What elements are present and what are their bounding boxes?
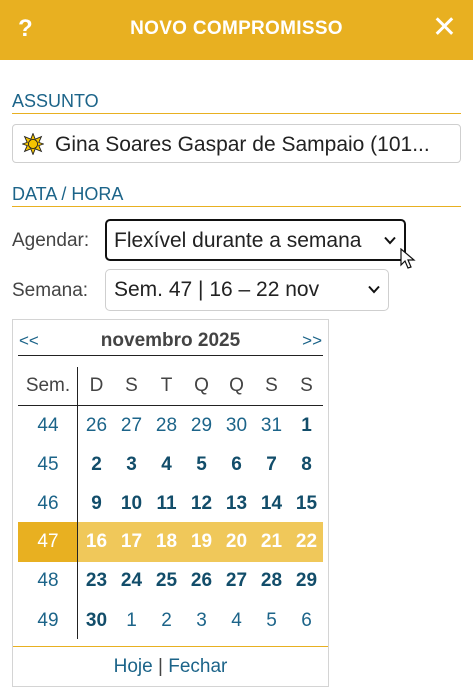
close-calendar-link[interactable]: Fechar xyxy=(168,656,227,677)
week-number[interactable]: 45 xyxy=(19,453,77,477)
week-label: Semana: xyxy=(12,280,89,301)
day-cell-selected[interactable]: 18 xyxy=(149,530,184,554)
day-cell[interactable]: 28 xyxy=(149,414,184,438)
calendar-month-title: novembro 2025 xyxy=(100,330,241,351)
day-cell[interactable]: 27 xyxy=(219,569,254,593)
calendar-divider xyxy=(18,355,323,356)
subject-section-title: ASSUNTO xyxy=(12,90,461,114)
day-cell[interactable]: 2 xyxy=(79,453,114,477)
day-header: T xyxy=(160,375,173,396)
week-number-selected[interactable]: 47 xyxy=(19,530,77,554)
day-cell[interactable]: 29 xyxy=(184,414,219,438)
day-cell[interactable]: 23 xyxy=(79,569,114,593)
day-header: S xyxy=(300,375,313,396)
day-cell[interactable]: 4 xyxy=(149,453,184,477)
close-button[interactable]: ✕ xyxy=(432,12,457,44)
day-cell-selected[interactable]: 21 xyxy=(254,530,289,554)
day-cell[interactable]: 1 xyxy=(114,609,149,633)
datetime-section-title: DATA / HORA xyxy=(12,183,461,207)
week-select-value: Sem. 47 | 16 – 22 nov xyxy=(114,278,320,301)
mouse-pointer-icon xyxy=(400,248,416,269)
day-cell-selected[interactable]: 22 xyxy=(289,530,324,554)
day-cell[interactable]: 24 xyxy=(114,569,149,593)
dialog-title: NOVO COMPROMISSO xyxy=(130,18,343,39)
chevron-down-icon xyxy=(368,285,380,294)
day-cell[interactable]: 25 xyxy=(149,569,184,593)
calendar-footer: Hoje | Fechar xyxy=(13,655,328,679)
day-cell[interactable]: 11 xyxy=(149,492,184,516)
footer-separator: | xyxy=(158,656,163,677)
day-header: Q xyxy=(229,375,244,396)
calendar-footer-divider xyxy=(13,646,328,647)
day-cell[interactable]: 26 xyxy=(184,569,219,593)
calendar-popup: << novembro 2025 >> Sem. D S T Q Q S S 4… xyxy=(12,319,329,687)
week-number[interactable]: 48 xyxy=(19,569,77,593)
day-header: S xyxy=(265,375,278,396)
schedule-select-value: Flexível durante a semana xyxy=(114,229,362,252)
day-cell[interactable]: 12 xyxy=(184,492,219,516)
week-select[interactable]: Sem. 47 | 16 – 22 nov xyxy=(105,269,389,311)
schedule-label: Agendar: xyxy=(12,230,90,251)
day-cell[interactable]: 10 xyxy=(114,492,149,516)
day-cell[interactable]: 1 xyxy=(289,414,324,438)
schedule-select[interactable]: Flexível durante a semana xyxy=(105,219,406,261)
day-cell[interactable]: 13 xyxy=(219,492,254,516)
subject-field[interactable]: Gina Soares Gaspar de Sampaio (101... xyxy=(12,124,461,163)
day-cell[interactable]: 7 xyxy=(254,453,289,477)
day-cell[interactable]: 6 xyxy=(219,453,254,477)
week-column-divider xyxy=(77,367,78,639)
day-header: Q xyxy=(194,375,209,396)
next-month-button[interactable]: >> xyxy=(302,330,322,352)
day-header: D xyxy=(89,375,104,396)
today-link[interactable]: Hoje xyxy=(114,656,153,677)
sun-icon xyxy=(22,133,44,155)
day-cell[interactable]: 9 xyxy=(79,492,114,516)
day-cell-selected[interactable]: 19 xyxy=(184,530,219,554)
day-cell[interactable]: 30 xyxy=(219,414,254,438)
day-header: S xyxy=(125,375,138,396)
day-cell[interactable]: 31 xyxy=(254,414,289,438)
chevron-down-icon xyxy=(384,236,396,245)
day-cell[interactable]: 6 xyxy=(289,609,324,633)
dialog-header: ? NOVO COMPROMISSO ✕ xyxy=(0,0,473,60)
day-cell[interactable]: 28 xyxy=(254,569,289,593)
day-cell[interactable]: 3 xyxy=(114,453,149,477)
day-cell-selected[interactable]: 20 xyxy=(219,530,254,554)
day-cell[interactable]: 8 xyxy=(289,453,324,477)
week-number[interactable]: 49 xyxy=(19,609,77,633)
day-cell[interactable]: 14 xyxy=(254,492,289,516)
day-cell[interactable]: 3 xyxy=(184,609,219,633)
subject-value: Gina Soares Gaspar de Sampaio (101... xyxy=(55,133,430,156)
day-cell-selected[interactable]: 17 xyxy=(114,530,149,554)
week-number[interactable]: 46 xyxy=(19,492,77,516)
day-cell[interactable]: 2 xyxy=(149,609,184,633)
day-cell-selected[interactable]: 16 xyxy=(79,530,114,554)
day-cell[interactable]: 29 xyxy=(289,569,324,593)
week-number[interactable]: 44 xyxy=(19,414,77,438)
day-cell[interactable]: 30 xyxy=(79,609,114,633)
day-cell[interactable]: 26 xyxy=(79,414,114,438)
day-cell[interactable]: 15 xyxy=(289,492,324,516)
day-cell[interactable]: 5 xyxy=(254,609,289,633)
day-cell[interactable]: 27 xyxy=(114,414,149,438)
week-column-header: Sem. xyxy=(25,375,71,396)
day-cell[interactable]: 5 xyxy=(184,453,219,477)
day-cell[interactable]: 4 xyxy=(219,609,254,633)
calendar-header-divider xyxy=(18,405,323,406)
